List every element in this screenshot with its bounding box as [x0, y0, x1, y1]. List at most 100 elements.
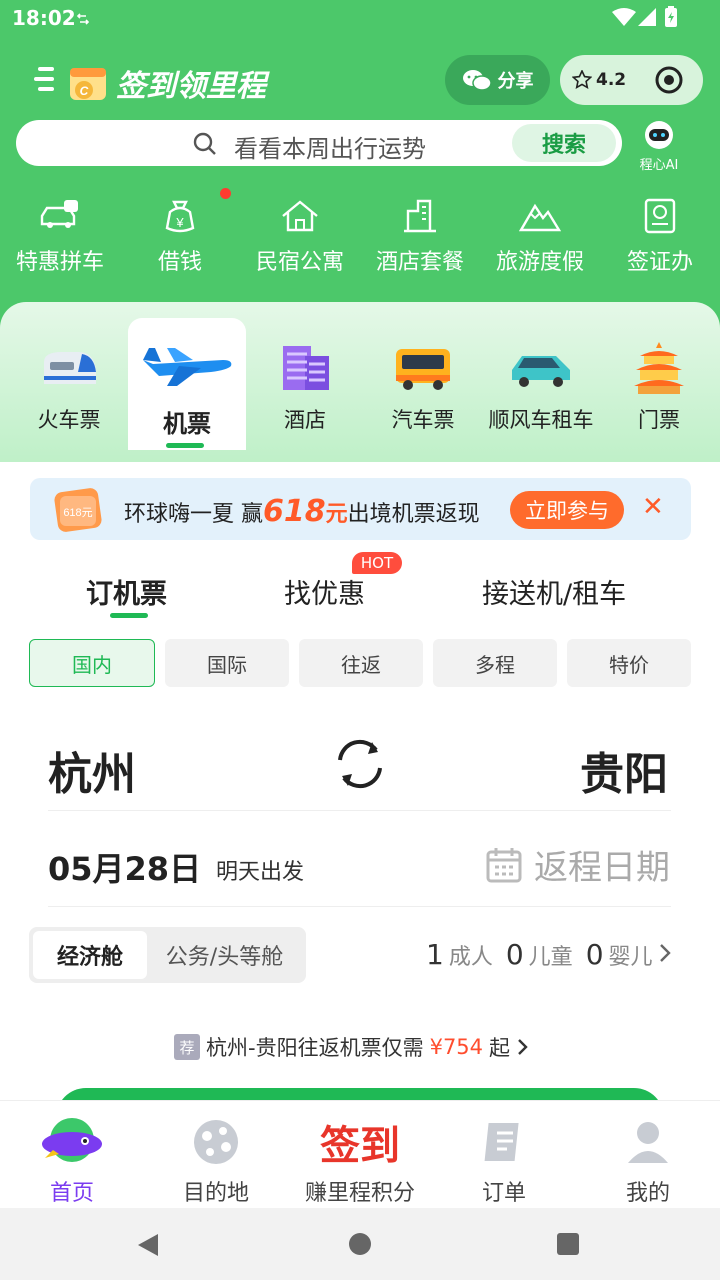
quick-label: 民宿公寓	[255, 250, 344, 275]
passenger-selector[interactable]: 1 成人 0 儿童 0 婴儿	[426, 938, 672, 971]
quick-services: 特惠拼车 ¥ 借钱 民宿公寓 酒店套餐 旅游度假 签证办	[0, 188, 720, 286]
departure-date[interactable]: 05月28日	[48, 844, 201, 890]
rating-button[interactable]: 4.2	[572, 70, 626, 90]
promo-banner[interactable]: 618元 环球嗨一夏 赢618元出境机票返现 立即参与 ✕	[30, 478, 691, 540]
swap-cities-icon[interactable]	[332, 736, 388, 792]
nav-profile[interactable]: 我的	[576, 1101, 720, 1208]
cabin-selector: 经济舱 公务/头等舱	[29, 927, 306, 983]
chip-international[interactable]: 国际	[165, 639, 289, 687]
status-time: 18:02	[12, 6, 76, 30]
wechat-icon	[462, 70, 492, 91]
app-header: C 签到领里程 分享 4.2	[0, 55, 720, 115]
money-bag-icon: ¥	[165, 200, 195, 233]
quick-label: 签证办	[626, 250, 693, 275]
close-target-icon[interactable]	[654, 65, 684, 95]
airplane-icon	[143, 348, 232, 386]
promo-amount: 618	[263, 494, 326, 529]
cabin-economy[interactable]: 经济舱	[33, 931, 147, 979]
nav-label: 订单	[481, 1181, 526, 1206]
recents-icon[interactable]	[556, 1232, 580, 1256]
search-button[interactable]: 搜索	[512, 124, 616, 162]
tab-label: 机票	[163, 410, 211, 438]
calendar-coin-icon: C	[70, 68, 106, 100]
building-icon	[404, 199, 436, 233]
recommend-suffix: 起	[489, 1036, 511, 1060]
quick-label: 借钱	[157, 250, 202, 275]
tab-airport-transfer[interactable]: 接送机/租车	[482, 572, 626, 611]
tab-book-flight[interactable]: 订机票	[86, 572, 167, 611]
promo-text: 环球嗨一夏 赢618元出境机票返现	[124, 494, 480, 529]
tab-label: 火车票	[37, 408, 101, 432]
promo-close-icon[interactable]: ✕	[642, 492, 664, 522]
svg-text:¥: ¥	[175, 215, 184, 230]
quick-item-loan[interactable]: ¥ 借钱	[120, 188, 240, 286]
chevron-right-icon	[659, 944, 671, 962]
order-icon	[484, 1123, 519, 1161]
arrival-city[interactable]: 贵阳	[580, 738, 668, 802]
recommend-text: 杭州-贵阳往返机票仅需	[206, 1036, 424, 1060]
status-bar: 18:02	[0, 0, 720, 36]
tab-find-deals[interactable]: 找优惠	[284, 572, 365, 611]
quick-item-carpool[interactable]: 特惠拼车	[0, 196, 120, 286]
brand-title: 签到领里程	[116, 69, 266, 104]
home-mascot-icon	[42, 1118, 102, 1162]
cabin-business[interactable]: 公务/头等舱	[147, 939, 302, 971]
signal-icon	[638, 8, 656, 26]
tab-label: 酒店	[284, 408, 326, 432]
share-label: 分享	[497, 71, 534, 92]
tab-bus[interactable]: 汽车票	[364, 318, 482, 450]
quick-item-hotel-package[interactable]: 酒店套餐	[360, 196, 480, 286]
route-recommendation[interactable]: 荐 杭州-贵阳往返机票仅需 ¥754 起	[174, 1032, 530, 1062]
menu-icon[interactable]	[34, 67, 56, 93]
share-button[interactable]: 分享	[445, 55, 550, 105]
chip-round-trip[interactable]: 往返	[299, 639, 423, 687]
bus-icon	[396, 349, 450, 390]
chevron-right-icon	[518, 1039, 528, 1055]
nav-destination[interactable]: 目的地	[144, 1101, 288, 1208]
tab-label: 汽车票	[391, 408, 455, 432]
back-icon[interactable]	[136, 1232, 160, 1258]
tab-train[interactable]: 火车票	[10, 318, 128, 450]
wifi-icon	[612, 8, 636, 26]
child-label: 儿童	[528, 945, 573, 970]
home-circle-icon[interactable]	[348, 1232, 372, 1256]
tab-rideshare[interactable]: 顺风车租车	[482, 318, 600, 450]
temple-icon	[634, 342, 684, 394]
quick-item-homestay[interactable]: 民宿公寓	[240, 196, 360, 286]
svg-text:C: C	[80, 84, 89, 98]
carpool-icon	[40, 200, 78, 228]
chip-multi-city[interactable]: 多程	[433, 639, 557, 687]
return-date-field[interactable]: 返程日期	[486, 840, 670, 889]
quick-label: 酒店套餐	[375, 250, 464, 275]
rating-value: 4.2	[596, 70, 627, 90]
nav-orders[interactable]: 订单	[432, 1101, 576, 1208]
adult-count: 1	[426, 938, 444, 971]
nav-earn-points[interactable]: 签到 赚里程积分	[288, 1101, 432, 1208]
nav-home[interactable]: 首页	[0, 1101, 144, 1208]
tab-label: 门票	[638, 408, 680, 432]
sync-icon	[76, 13, 90, 25]
car-icon	[512, 356, 570, 387]
nav-label: 我的	[625, 1181, 670, 1206]
search-placeholder: 看看本周出行运势	[234, 135, 426, 163]
svg-text:618元: 618元	[63, 507, 92, 519]
tab-hotel[interactable]: 酒店	[246, 318, 364, 450]
quick-item-vacation[interactable]: 旅游度假	[480, 196, 600, 286]
user-icon	[628, 1122, 668, 1163]
adult-label: 成人	[448, 945, 493, 970]
search-bar[interactable]: 看看本周出行运势 搜索	[16, 120, 622, 166]
infant-label: 婴儿	[608, 945, 653, 970]
checkin-brand[interactable]: C 签到领里程	[68, 61, 268, 105]
promo-text-after: 出境机票返现	[347, 502, 480, 527]
ai-label: 程心AI	[639, 158, 679, 173]
departure-city[interactable]: 杭州	[48, 738, 136, 802]
nav-label: 首页	[49, 1181, 94, 1206]
promo-join-button[interactable]: 立即参与	[510, 491, 624, 529]
tab-flight[interactable]: 机票	[128, 318, 246, 450]
tab-tickets[interactable]: 门票	[600, 318, 718, 450]
chip-special-price[interactable]: 特价	[567, 639, 691, 687]
robot-icon	[645, 121, 673, 149]
ai-assistant-button[interactable]: 程心AI	[634, 120, 684, 173]
quick-item-visa[interactable]: 签证办	[600, 196, 720, 286]
chip-domestic[interactable]: 国内	[29, 639, 155, 687]
